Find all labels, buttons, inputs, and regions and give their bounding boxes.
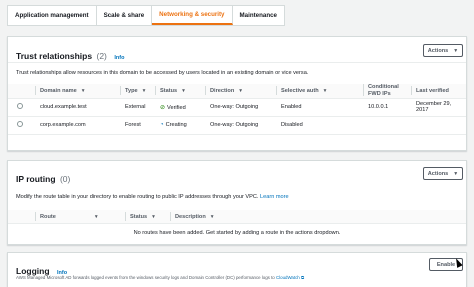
trust-title: Trust relationships (16, 51, 93, 61)
col-status[interactable]: Status (160, 88, 177, 94)
tab-networking-security[interactable]: Networking & security (152, 6, 233, 25)
cell-selective: Disabled (273, 116, 360, 135)
cell-direction: One-way: Outgoing (202, 116, 273, 135)
trust-table: Domain name ▼ Type ▼ Status ▼ Direction ▼ Se… (8, 84, 466, 135)
col-route-status[interactable]: Status (130, 214, 147, 220)
tab-bar: Application management Scale & share Net… (7, 5, 285, 26)
routing-actions-label: Actions (427, 170, 449, 177)
logging-description-wrap: AWS Managed Microsoft AD forwards logged… (16, 275, 304, 280)
cell-type: Forest (117, 116, 152, 135)
routing-count: (0) (59, 174, 71, 184)
empty-message: No routes have been added. Get started b… (133, 230, 341, 237)
clock-icon: ◔ (160, 122, 164, 128)
cell-type: External (117, 98, 152, 117)
col-selective-auth[interactable]: Selective auth (281, 88, 319, 94)
trust-description: Trust relationships allow resources in t… (16, 70, 309, 76)
cell-domain: cloud.example.test (32, 98, 117, 117)
cell-domain: corp.example.com (32, 116, 117, 135)
tab-scale-share[interactable]: Scale & share (97, 6, 153, 25)
sort-icon[interactable]: ▼ (181, 89, 186, 94)
cell-verified (408, 116, 466, 135)
trust-actions-label: Actions (427, 47, 449, 54)
trust-title-wrap: Trust relationships (2) Info (16, 46, 124, 64)
row-radio[interactable] (17, 121, 23, 127)
tab-maintenance[interactable]: Maintenance (233, 6, 284, 25)
routing-header: IP routing (0) Actions ▼ (8, 161, 466, 187)
ip-routing-panel: IP routing (0) Actions ▼ Modify the rout… (7, 160, 467, 245)
col-last-verified[interactable]: Last verified (416, 88, 449, 94)
cell-verified: December 29, 2017 (408, 98, 466, 117)
caret-down-icon: ▼ (453, 47, 459, 54)
sort-icon[interactable]: ▼ (81, 89, 86, 94)
cell-conditional (360, 116, 408, 135)
col-domain-name[interactable]: Domain name (40, 88, 77, 94)
routing-description: Modify the route table in your directory… (16, 194, 259, 200)
trust-count: (2) (96, 51, 107, 61)
trust-info-link[interactable]: Info (114, 55, 124, 61)
routing-actions-button[interactable]: Actions ▼ (423, 167, 463, 180)
routing-title-wrap: IP routing (0) (16, 169, 70, 187)
caret-down-icon: ▼ (453, 170, 459, 177)
logging-panel: Logging Info Enable AWS Managed Microsof… (7, 252, 467, 287)
sort-icon[interactable]: ▼ (238, 89, 243, 94)
row-radio[interactable] (17, 103, 23, 109)
col-direction[interactable]: Direction (210, 88, 234, 94)
sort-icon[interactable]: ▼ (94, 215, 99, 220)
tab-application-management[interactable]: Application management (8, 6, 97, 25)
cell-direction: One-way: Outgoing (202, 98, 273, 117)
routing-title: IP routing (16, 174, 56, 184)
trust-header: Trust relationships (2) Info Actions ▼ (8, 37, 466, 63)
trust-relationships-panel: Trust relationships (2) Info Actions ▼ T… (7, 36, 467, 151)
routing-description-wrap: Modify the route table in your directory… (16, 194, 289, 200)
sort-icon[interactable]: ▼ (323, 89, 328, 94)
cell-conditional: 10.0.0.1 (360, 98, 408, 117)
enable-label: Enable (436, 261, 456, 268)
col-description[interactable]: Description (175, 214, 206, 220)
learn-more-link[interactable]: Learn more (260, 194, 289, 200)
col-route[interactable]: Route (40, 214, 56, 220)
table-row[interactable]: cloud.example.test External ⊘ Verified On… (8, 98, 466, 117)
table-row[interactable]: corp.example.com Forest ◔ Creating One-wa… (8, 116, 466, 135)
logging-description: AWS Managed Microsoft AD forwards logged… (16, 275, 275, 280)
cell-status: Verified (167, 104, 186, 111)
sort-icon[interactable]: ▼ (151, 215, 156, 220)
check-circle-icon: ⊘ (160, 104, 166, 111)
cell-selective: Enabled (273, 98, 360, 117)
cell-status: Creating (165, 122, 187, 128)
col-type[interactable]: Type (125, 88, 138, 94)
cloudwatch-link[interactable]: CloudWatch (276, 275, 300, 280)
external-link-icon: ⧉ (300, 275, 305, 280)
sort-icon[interactable]: ▼ (210, 215, 215, 220)
routing-table: Route ▼ Status ▼ Description ▼ No routes ha… (8, 210, 466, 243)
col-conditional-fwd[interactable]: Conditional FWD IPs (368, 84, 402, 97)
sort-icon[interactable]: ▼ (142, 89, 147, 94)
trust-actions-button[interactable]: Actions ▼ (423, 44, 463, 57)
